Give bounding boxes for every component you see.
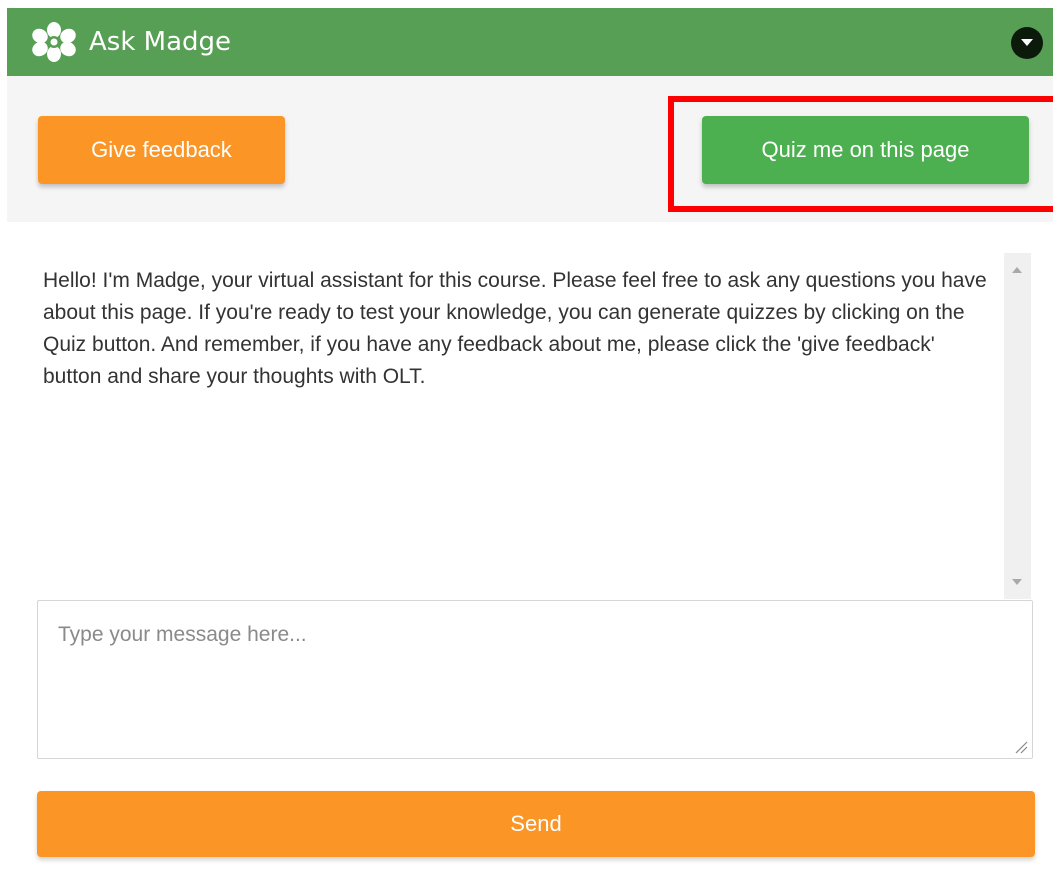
give-feedback-button[interactable]: Give feedback — [38, 116, 285, 184]
header-title: Ask Madge — [89, 27, 232, 57]
collapse-button[interactable] — [1011, 27, 1043, 59]
toolbar: Give feedback Quiz me on this page — [7, 76, 1053, 222]
scroll-up-icon[interactable] — [1012, 267, 1022, 273]
resize-grip-icon[interactable] — [1014, 740, 1028, 754]
message-input[interactable] — [37, 600, 1033, 759]
chat-scrollbar[interactable] — [1004, 253, 1031, 599]
flower-icon — [32, 22, 76, 62]
chat-header: Ask Madge — [7, 8, 1053, 76]
assistant-message: Hello! I'm Madge, your virtual assistant… — [43, 269, 987, 388]
send-button[interactable]: Send — [37, 791, 1035, 857]
quiz-me-button[interactable]: Quiz me on this page — [702, 116, 1029, 184]
chevron-down-icon — [1021, 39, 1033, 46]
chat-log: Hello! I'm Madge, your virtual assistant… — [37, 253, 1004, 599]
scroll-down-icon[interactable] — [1012, 579, 1022, 585]
